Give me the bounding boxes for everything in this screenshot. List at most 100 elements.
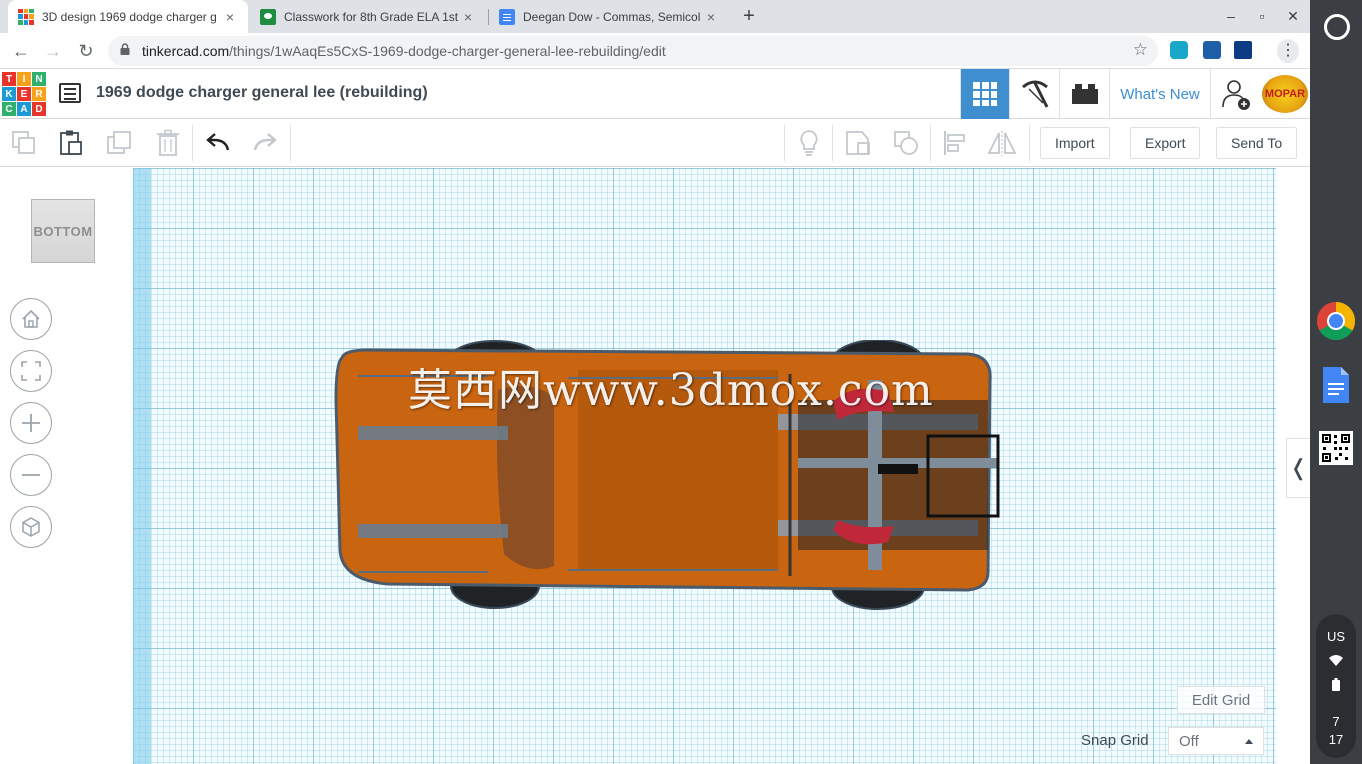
mirror-button[interactable] [986,127,1018,159]
address-bar[interactable]: tinkercad.com/things/1wAaqEs5CxS-1969-do… [108,36,1158,66]
minimize-button[interactable]: – [1222,8,1240,24]
tab-title: 3D design 1969 dodge charger g [42,9,217,24]
mirror-icon [987,131,1017,156]
tab-classwork[interactable]: Classwork for 8th Grade ELA 1st × [250,0,486,33]
avatar-label: MOPAR [1264,88,1306,100]
design-list-icon[interactable] [59,83,81,103]
maximize-button[interactable]: ▫ [1253,8,1271,24]
3d-view-button[interactable] [960,69,1009,119]
cloud-extension-icon[interactable] [1170,41,1188,59]
battery-icon [1316,678,1356,694]
pickaxe-icon [1021,80,1048,108]
view-cube[interactable]: BOTTOM [31,199,95,263]
launcher-icon[interactable] [1324,14,1350,40]
qr-code-app[interactable] [1316,428,1356,468]
logo-cell: D [32,102,46,116]
browser-toolbar: ← → ↻ tinkercad.com/things/1wAaqEs5CxS-1… [0,33,1310,69]
bricks-view-button[interactable] [1059,69,1109,119]
lightbulb-icon [800,130,818,156]
ungroup-icon [894,131,918,155]
redo-button[interactable] [249,127,281,159]
export-button[interactable]: Export [1130,127,1201,159]
tinkercad-logo[interactable]: T I N K E R C A D [2,72,46,116]
group-icon [846,131,870,155]
design-title[interactable]: 1969 dodge charger general lee (rebuildi… [96,84,428,102]
toolbar-divider [832,125,833,161]
duplicate-button[interactable] [104,127,136,159]
clock-minute: 17 [1328,732,1344,747]
copy-button[interactable] [8,127,40,159]
wifi-icon [1316,654,1356,669]
tab-google-doc[interactable]: Deegan Dow - Commas, Semicol × [489,0,729,33]
close-icon[interactable]: × [222,9,238,25]
zoom-out-button[interactable] [10,454,52,496]
snap-grid-select[interactable]: Off [1168,727,1264,755]
system-tray[interactable]: US 7 17 [1316,614,1356,758]
google-docs-icon [499,8,515,25]
chrome-app[interactable] [1316,301,1356,341]
tab-tinkercad[interactable]: 3D design 1969 dodge charger g × [8,0,248,33]
snap-grid-label: Snap Grid [1081,732,1149,749]
frame-rail [358,426,508,440]
plus-icon [22,414,40,432]
tinkercad-header: T I N K E R C A D 1969 dodge charger gen… [0,69,1310,119]
tinkercad-favicon-icon [18,8,34,25]
google-docs-app[interactable] [1316,365,1356,405]
expand-panel-button[interactable]: ❬ [1286,438,1310,498]
add-user-icon [1221,80,1250,110]
undo-button[interactable] [202,127,234,159]
close-icon[interactable]: × [703,9,719,25]
cube-icon [22,517,40,537]
bookmark-star-icon[interactable]: ☆ [1133,40,1148,60]
qr-code-icon [1319,431,1353,465]
url-text: tinkercad.com/things/1wAaqEs5CxS-1969-do… [142,43,666,59]
trash-icon [157,129,179,156]
toolbar-divider [784,125,785,161]
blocks-view-button[interactable] [1009,69,1059,119]
logo-cell: R [32,87,46,101]
minus-icon [22,474,40,476]
caret-up-icon [1245,739,1253,744]
paste-button[interactable] [55,127,87,159]
invite-user-button[interactable] [1210,69,1260,119]
shield-extension-icon[interactable] [1234,41,1252,59]
whats-new-button[interactable]: What's New [1109,69,1210,119]
logo-cell: A [17,102,31,116]
workplane-edge [133,168,151,764]
screen: { "browser": { "tabs": [ {"title": "3D d… [0,0,1362,764]
notes-button[interactable] [793,127,825,159]
import-button[interactable]: Import [1040,127,1110,159]
lego-brick-icon [1071,84,1098,104]
user-avatar[interactable]: MOPAR [1262,75,1308,113]
align-button[interactable] [939,127,971,159]
delete-button[interactable] [152,127,184,159]
edit-grid-button[interactable]: Edit Grid [1177,686,1265,714]
perspective-button[interactable] [10,506,52,548]
reload-button[interactable]: ↻ [74,39,98,63]
google-classroom-icon [260,8,276,25]
duplicate-icon [107,131,131,154]
fit-view-button[interactable] [10,350,52,392]
logo-cell: I [17,72,31,86]
close-window-button[interactable]: ✕ [1284,8,1302,25]
browser-tab-strip: 3D design 1969 dodge charger g × Classwo… [0,0,1310,33]
send-to-button[interactable]: Send To [1216,127,1298,159]
chevron-left-icon: ❬ [1289,455,1308,480]
logo-cell: N [32,72,46,86]
chrome-icon [1316,301,1356,341]
whats-new-label: What's New [1120,85,1200,103]
url-host: tinkercad.com [142,43,230,59]
back-button[interactable]: ← [9,39,33,63]
ungroup-button[interactable] [890,127,922,159]
zoom-in-button[interactable] [10,402,52,444]
new-tab-button[interactable]: + [738,4,760,28]
forward-button[interactable]: → [41,39,65,63]
close-icon[interactable]: × [460,9,476,25]
undo-icon [206,133,230,151]
bookmark-extension-icon[interactable] [1203,41,1221,59]
group-button[interactable] [842,127,874,159]
browser-menu-icon[interactable]: ⋮ [1277,39,1299,63]
home-view-button[interactable] [10,298,52,340]
workplane[interactable]: 莫西网www.3dmox.com [133,168,1276,764]
logo-cell: C [2,102,16,116]
